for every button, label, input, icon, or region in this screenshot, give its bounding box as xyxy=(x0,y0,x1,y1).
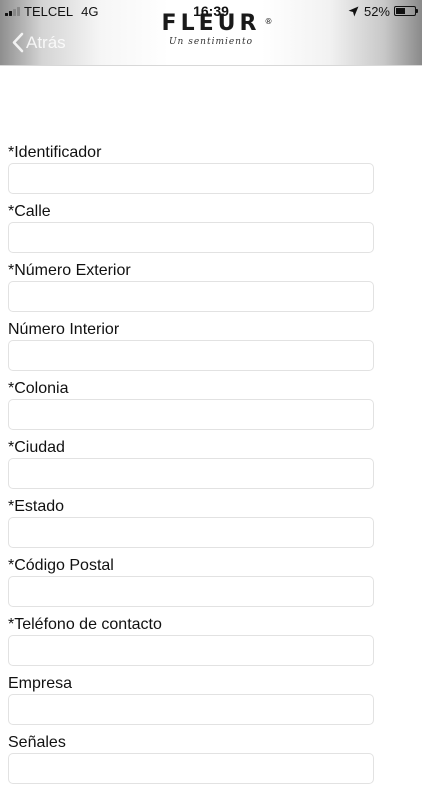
form-field: *Estado xyxy=(8,497,374,556)
field-label: *Código Postal xyxy=(8,557,114,574)
field-input[interactable] xyxy=(8,340,374,371)
field-input[interactable] xyxy=(8,458,374,489)
form-field: *Colonia xyxy=(8,379,374,438)
battery-icon xyxy=(394,6,418,16)
field-label: *Ciudad xyxy=(8,439,65,456)
field-input[interactable] xyxy=(8,635,374,666)
field-label: Número Interior xyxy=(8,321,120,338)
field-label: *Estado xyxy=(8,498,65,515)
field-input[interactable] xyxy=(8,222,374,253)
navigation-header: TELCEL 4G 16:39 52% Atrás FLEUR ® Un sent… xyxy=(0,0,422,66)
form-field: Señales xyxy=(8,733,374,792)
field-label: *Número Exterior xyxy=(8,262,131,279)
field-label: Empresa xyxy=(8,675,73,692)
status-bar-right: 52% xyxy=(348,3,418,19)
address-form: *Identificador *Calle *Número Exterior Núme… xyxy=(8,143,374,792)
form-field: *Teléfono de contacto xyxy=(8,615,374,674)
form-field: Número Interior xyxy=(8,320,374,379)
field-input[interactable] xyxy=(8,281,374,312)
battery-percentage: 52% xyxy=(363,3,390,19)
field-input[interactable] xyxy=(8,163,374,194)
back-button[interactable]: Atrás xyxy=(12,32,66,53)
field-label: *Calle xyxy=(8,203,51,220)
field-label: Señales xyxy=(8,734,66,751)
field-input[interactable] xyxy=(8,517,374,548)
battery-level-fill xyxy=(396,8,405,14)
form-field: *Calle xyxy=(8,202,374,261)
form-field: *Código Postal xyxy=(8,556,374,615)
back-button-label: Atrás xyxy=(26,32,66,52)
field-input[interactable] xyxy=(8,753,374,784)
field-label: *Identificador xyxy=(8,144,102,161)
field-label: *Teléfono de contacto xyxy=(8,616,162,633)
field-input[interactable] xyxy=(8,399,374,430)
location-arrow-icon xyxy=(348,6,359,16)
field-label: *Colonia xyxy=(8,380,69,397)
form-field: *Ciudad xyxy=(8,438,374,497)
form-field: Empresa xyxy=(8,674,374,733)
form-field: *Identificador xyxy=(8,143,374,202)
field-input[interactable] xyxy=(8,694,374,725)
form-field: *Número Exterior xyxy=(8,261,374,320)
chevron-left-icon xyxy=(12,32,24,53)
field-input[interactable] xyxy=(8,576,374,607)
